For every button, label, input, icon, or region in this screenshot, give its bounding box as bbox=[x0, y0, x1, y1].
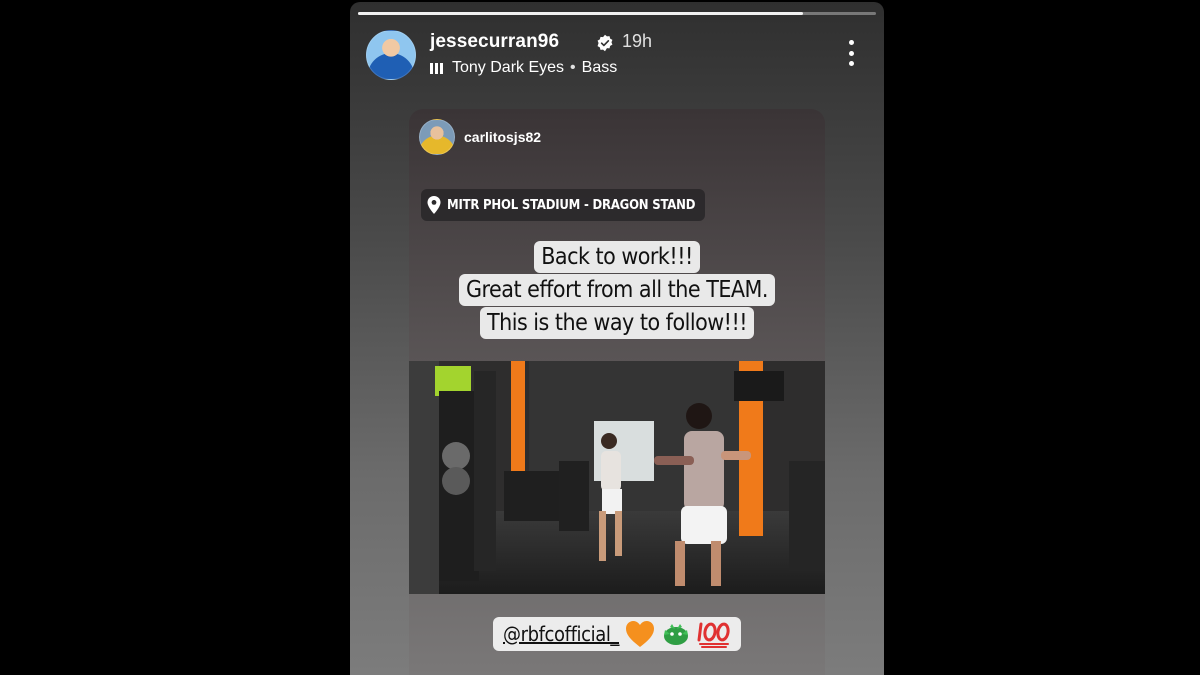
music-separator: • bbox=[570, 59, 576, 76]
hundred-points-icon bbox=[697, 622, 730, 648]
repost-author-avatar[interactable] bbox=[419, 119, 455, 155]
gym-photo bbox=[409, 361, 825, 594]
author-avatar[interactable] bbox=[366, 30, 416, 80]
music-song: Tony Dark Eyes bbox=[452, 59, 565, 76]
caption-line-2: Great effort from all the TEAM. bbox=[459, 274, 775, 306]
story-header: jessecurran96 19h Tony Dark Eyes • Bass bbox=[366, 28, 868, 80]
story-progress-bar bbox=[358, 12, 876, 15]
post-time: 19h bbox=[622, 31, 653, 51]
orange-heart-icon bbox=[626, 621, 655, 647]
location-pin-icon bbox=[427, 196, 441, 214]
dragon-icon bbox=[664, 624, 689, 645]
music-bars-icon bbox=[430, 62, 443, 74]
repost-author-username[interactable]: carlitosjs82 bbox=[464, 129, 541, 145]
story-viewer[interactable]: jessecurran96 19h Tony Dark Eyes • Bass … bbox=[350, 2, 884, 675]
verified-badge-icon bbox=[597, 34, 613, 52]
caption-line-1: Back to work!!! bbox=[534, 241, 700, 273]
more-vertical-icon[interactable] bbox=[846, 40, 856, 66]
mention-handle[interactable]: @rbfcofficial_ bbox=[503, 622, 619, 646]
story-progress-fill bbox=[358, 12, 804, 15]
author-username[interactable]: jessecurran96 bbox=[430, 31, 559, 53]
location-name: MITR PHOL STADIUM - DRAGON STAND bbox=[447, 197, 696, 213]
location-sticker[interactable]: MITR PHOL STADIUM - DRAGON STAND bbox=[421, 189, 706, 221]
music-attribution[interactable]: Tony Dark Eyes • Bass bbox=[430, 59, 617, 77]
mention-sticker[interactable]: @rbfcofficial_ bbox=[493, 617, 742, 651]
reposted-story-card[interactable]: carlitosjs82 MITR PHOL STADIUM - DRAGON … bbox=[409, 109, 825, 675]
gym-photo-illustration bbox=[409, 361, 825, 594]
music-artist: Bass bbox=[581, 59, 618, 76]
caption-sticker: Back to work!!! Great effort from all th… bbox=[409, 241, 825, 339]
caption-line-3: This is the way to follow!!! bbox=[479, 307, 755, 339]
